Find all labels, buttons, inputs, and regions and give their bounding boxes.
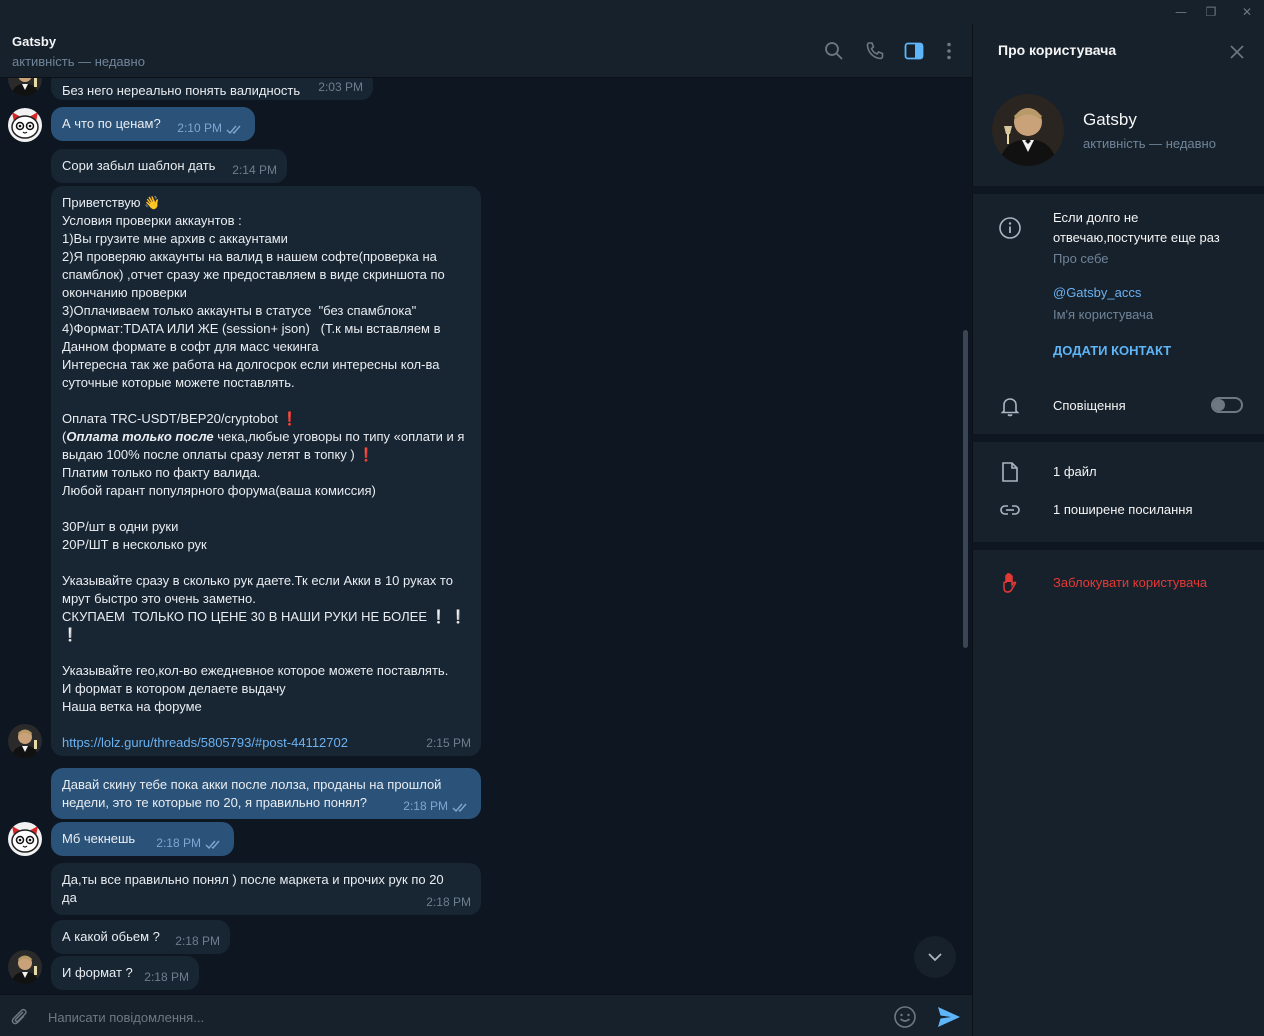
chevron-down-icon [928, 953, 942, 962]
message-text: Давай скину тебе пока акки после лолза, … [62, 777, 442, 810]
message-time: 2:03 PM [318, 80, 363, 94]
message-bubble[interactable]: Мб чекнешь 2:18 PM [51, 822, 234, 856]
files-item[interactable]: 1 файл [1053, 462, 1097, 482]
scroll-down-button[interactable] [914, 936, 956, 978]
section-divider [973, 186, 1264, 194]
message-payment-details: (Оплата только после чека,любые уговоры … [62, 428, 470, 464]
gatsby-avatar[interactable] [8, 724, 42, 758]
message-payment-line: Оплата TRC-USDT/BEP20/cryptobot ❗ [62, 410, 470, 428]
window-titlebar: — ❐ ✕ [0, 0, 1264, 24]
message-scrollbar[interactable] [963, 330, 968, 648]
profile-status: активність — недавно [1083, 136, 1216, 151]
message-text: Мб чекнешь [62, 831, 136, 846]
add-contact-button[interactable]: ДОДАТИ КОНТАКТ [1053, 341, 1171, 361]
hands-text: Указывайте сразу в сколько рук даете.Тк … [62, 573, 453, 624]
message-time: 2:14 PM [232, 163, 277, 177]
my-avatar[interactable] [8, 822, 42, 856]
message-bubble-template[interactable]: Приветствую 👋 Условия проверки аккаунтов… [51, 186, 481, 756]
message-greeting: Приветствую 👋 [62, 195, 161, 210]
message-bubble[interactable]: А какой обьем ? 2:18 PM [51, 920, 230, 954]
message-payment-tail: Платим только по факту валида. Любой гар… [62, 465, 376, 498]
message-input[interactable]: Написати повідомлення... [48, 1010, 204, 1025]
phone-icon[interactable] [864, 40, 886, 62]
message-time: 2:18 PM [426, 895, 471, 909]
my-avatar[interactable] [8, 108, 42, 142]
message-bubble[interactable]: А что по ценам? 2:10 PM [51, 107, 255, 141]
username-label: Ім'я користувача [1053, 307, 1154, 322]
message-list[interactable]: Без него нереально понять валидность 2:0… [0, 78, 972, 994]
notifications-toggle[interactable] [1211, 397, 1243, 413]
forum-link[interactable]: https://lolz.guru/threads/5805793/#post-… [62, 734, 470, 752]
close-window-button[interactable]: ✕ [1230, 0, 1264, 24]
section-divider [973, 542, 1264, 550]
chat-status: активність — недавно [12, 54, 145, 69]
read-ticks-icon [226, 125, 241, 135]
read-ticks-icon [205, 840, 220, 850]
sidebar-toggle-icon[interactable] [903, 40, 925, 62]
info-icon [998, 216, 1022, 240]
profile-avatar[interactable] [992, 94, 1064, 166]
gatsby-avatar[interactable] [8, 950, 42, 984]
exclamation-icon: ❗ [281, 411, 298, 426]
message-bubble[interactable]: И формат ? 2:18 PM [51, 956, 199, 990]
message-text: Сори забыл шаблон дать [62, 158, 216, 173]
message-bubble[interactable]: Сори забыл шаблон дать 2:14 PM [51, 149, 287, 183]
message-time: 2:18 PM [156, 836, 201, 850]
profile-name: Gatsby [1083, 110, 1137, 129]
message-time: 2:18 PM [175, 934, 220, 948]
message-conditions: Условия проверки аккаунтов : 1)Вы грузит… [62, 213, 445, 390]
send-icon[interactable] [936, 1005, 962, 1029]
user-info-panel: Про користувача Gatsby активність — неда… [972, 24, 1264, 1036]
payment-bold-text: Оплата только после [66, 429, 214, 444]
message-time: 2:15 PM [426, 736, 471, 750]
message-hands: Указывайте сразу в сколько рук даете.Тк … [62, 572, 470, 644]
username-link[interactable]: @Gatsby_accs [1053, 283, 1141, 303]
read-ticks-icon [452, 803, 467, 813]
emoji-icon[interactable] [893, 1005, 917, 1029]
message-time: 2:10 PM [177, 121, 222, 135]
message-text: Да,ты все правильно понял ) после маркет… [62, 872, 444, 905]
message-time: 2:18 PM [144, 970, 189, 984]
bio-label: Про себе [1053, 251, 1109, 266]
message-geo: Указывайте гео,кол-во ежедневное которое… [62, 663, 449, 714]
message-composer[interactable]: Написати повідомлення... [0, 994, 972, 1036]
message-prices: 30Р/шт в одни руки 20Р/ШТ в несколько ру… [62, 519, 207, 552]
message-bubble[interactable]: Да,ты все правильно понял ) после маркет… [51, 863, 481, 915]
message-text: А какой обьем ? [62, 929, 160, 944]
message-bubble[interactable]: Без него нереально понять валидность 2:0… [51, 78, 373, 100]
gatsby-avatar[interactable] [8, 78, 42, 96]
close-icon[interactable] [1229, 44, 1245, 60]
chat-title[interactable]: Gatsby [12, 34, 56, 49]
message-text: А что по ценам? [62, 116, 161, 131]
search-icon[interactable] [823, 40, 845, 62]
exclamation-icon: ❗ [354, 447, 375, 462]
section-divider [973, 434, 1264, 442]
payment-text: Оплата TRC-USDT/BEP20/cryptobot [62, 411, 278, 426]
maximize-button[interactable]: ❐ [1194, 0, 1228, 24]
hand-block-icon [998, 571, 1022, 595]
message-bubble[interactable]: Давай скину тебе пока акки после лолза, … [51, 768, 481, 819]
links-item[interactable]: 1 поширене посилання [1053, 500, 1193, 520]
bell-icon [998, 394, 1022, 418]
more-options-icon[interactable] [938, 40, 960, 62]
attach-icon[interactable] [8, 1006, 30, 1028]
message-time: 2:18 PM [403, 799, 448, 813]
notifications-label: Сповіщення [1053, 398, 1126, 413]
panel-title: Про користувача [998, 42, 1117, 58]
link-icon [998, 498, 1022, 522]
block-user-button[interactable]: Заблокувати користувача [1053, 573, 1207, 593]
message-text: И формат ? [62, 965, 133, 980]
bio-text[interactable]: Если долго не отвечаю,постучите еще раз [1053, 208, 1220, 248]
chat-header[interactable]: Gatsby активність — недавно [0, 24, 972, 78]
message-text: Без него нереально понять валидность [62, 83, 301, 98]
toggle-knob [1213, 399, 1225, 411]
file-icon [998, 460, 1022, 484]
minimize-button[interactable]: — [1164, 0, 1198, 24]
